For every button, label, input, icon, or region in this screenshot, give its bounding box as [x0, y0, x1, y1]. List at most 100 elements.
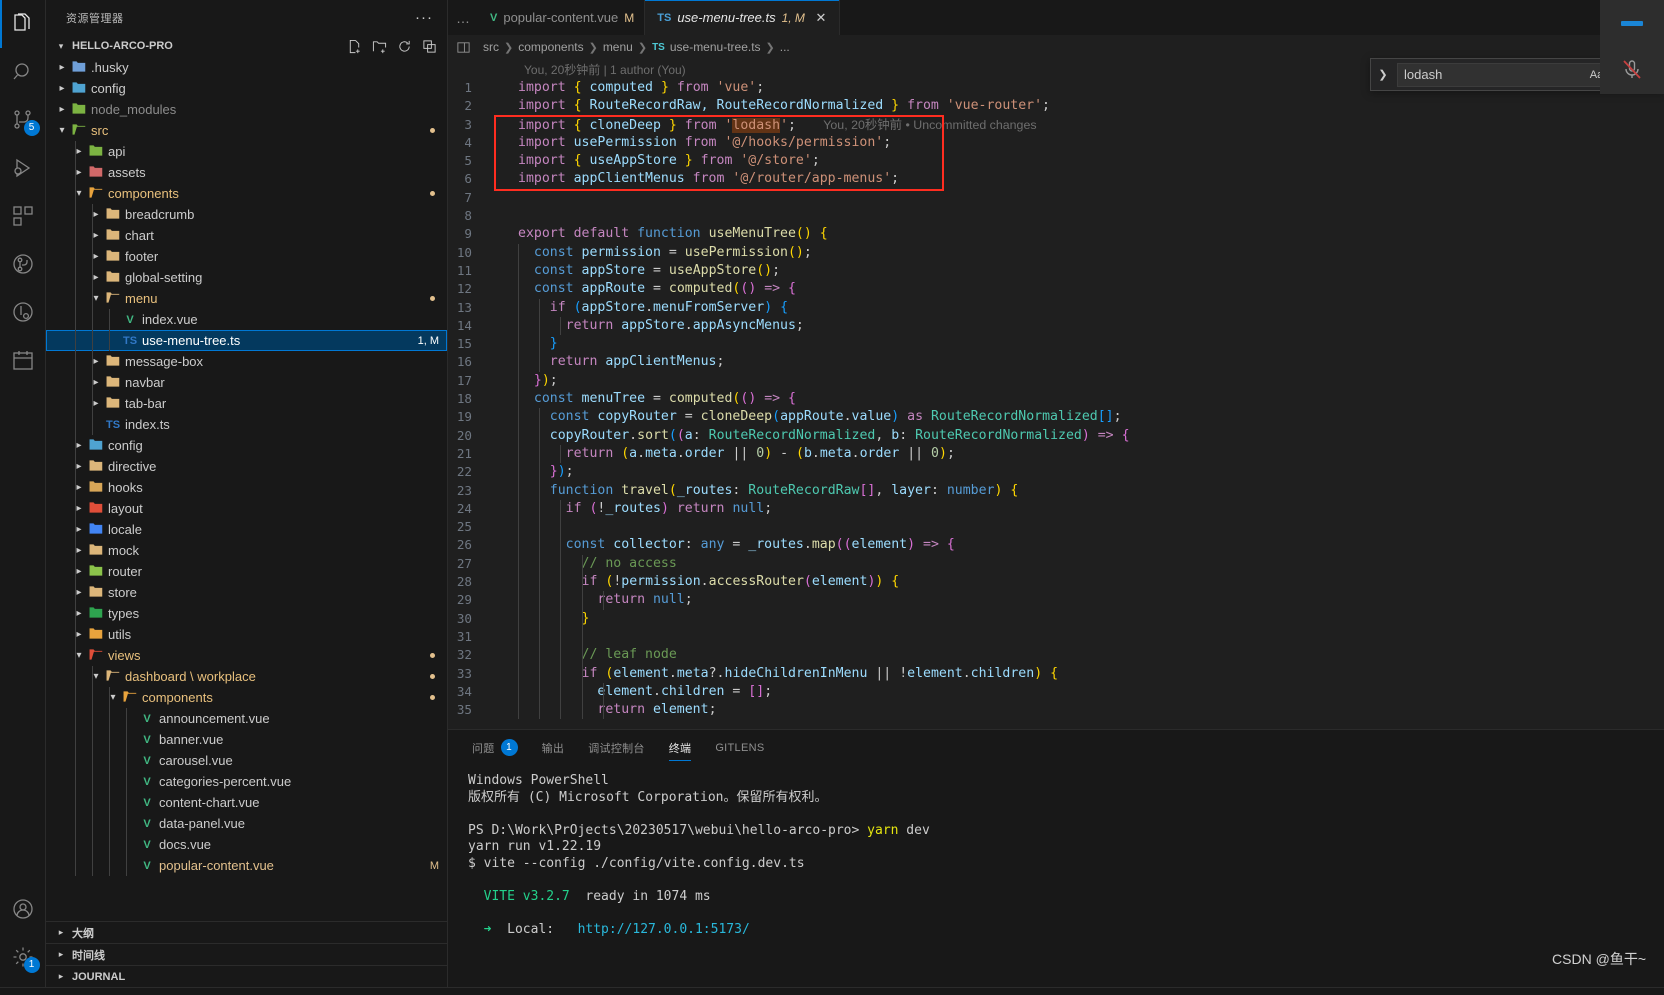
- chevron-right-icon[interactable]: ▸: [88, 356, 104, 367]
- split-editor-icon[interactable]: [448, 40, 478, 55]
- tree-item[interactable]: Vannouncement.vue: [46, 708, 447, 729]
- collapse-all-icon[interactable]: [421, 38, 437, 54]
- tree-item[interactable]: Vdata-panel.vue: [46, 813, 447, 834]
- toggle-replace-icon[interactable]: ❯: [1373, 68, 1393, 81]
- file-tree[interactable]: ▸ .husky ▸ config ▸ node_modules ▾ src ▸ api ▸ asse…: [46, 57, 447, 921]
- activity-search[interactable]: [0, 48, 46, 96]
- breadcrumb-item-file[interactable]: use-menu-tree.ts: [670, 40, 761, 54]
- tree-item[interactable]: ▸ router: [46, 561, 447, 582]
- chevron-right-icon[interactable]: ▸: [71, 461, 87, 472]
- tree-item[interactable]: Vbanner.vue: [46, 729, 447, 750]
- tree-item[interactable]: ▸ hooks: [46, 477, 447, 498]
- tree-item[interactable]: ▸ directive: [46, 456, 447, 477]
- chevron-right-icon[interactable]: ▸: [88, 209, 104, 220]
- refresh-icon[interactable]: [396, 38, 412, 54]
- explorer-section-header[interactable]: ▾ HELLO-ARCO-PRO: [46, 35, 447, 57]
- chevron-right-icon[interactable]: ▸: [88, 251, 104, 262]
- chevron-right-icon[interactable]: ▸: [88, 230, 104, 241]
- chevron-down-icon[interactable]: ▾: [105, 692, 121, 703]
- activity-extensions[interactable]: [0, 192, 46, 240]
- tree-item[interactable]: Vcontent-chart.vue: [46, 792, 447, 813]
- breadcrumb-item-symbol[interactable]: ...: [780, 40, 790, 54]
- new-folder-icon[interactable]: [371, 38, 387, 54]
- chevron-down-icon[interactable]: ▾: [71, 650, 87, 661]
- chevron-right-icon[interactable]: ▸: [88, 272, 104, 283]
- activity-explorer[interactable]: [0, 0, 46, 48]
- tree-item[interactable]: ▸ breadcrumb: [46, 204, 447, 225]
- code-editor[interactable]: You, 20秒钟前 | 1 author (You) 1 import { co…: [448, 59, 1664, 729]
- close-icon[interactable]: ✕: [813, 10, 829, 26]
- chevron-right-icon[interactable]: ▸: [71, 608, 87, 619]
- chevron-right-icon[interactable]: ▸: [71, 545, 87, 556]
- sidebar-section-大纲[interactable]: ▸ 大纲: [46, 921, 447, 943]
- sidebar-section-JOURNAL[interactable]: ▸ JOURNAL: [46, 965, 447, 987]
- chevron-right-icon[interactable]: ▸: [71, 440, 87, 451]
- tree-item-selected[interactable]: TS use-menu-tree.ts 1, M: [46, 330, 447, 351]
- terminal-output[interactable]: Windows PowerShell 版权所有 (C) Microsoft Cor…: [448, 765, 1664, 987]
- tree-item[interactable]: ▸ navbar: [46, 372, 447, 393]
- tree-item[interactable]: ▸ message-box: [46, 351, 447, 372]
- chevron-right-icon[interactable]: ▸: [71, 566, 87, 577]
- tree-item[interactable]: ▾ components: [46, 183, 447, 204]
- tree-item[interactable]: ▸ global-setting: [46, 267, 447, 288]
- tree-item[interactable]: Vcategories-percent.vue: [46, 771, 447, 792]
- tab-use-menu-tree-ts[interactable]: TS use-menu-tree.ts 1, M ✕: [645, 0, 840, 35]
- tree-item[interactable]: ▸ types: [46, 603, 447, 624]
- activity-source-control[interactable]: 5: [0, 96, 46, 144]
- tree-item[interactable]: Vpopular-content.vue M: [46, 855, 447, 876]
- tree-item[interactable]: ▸ node_modules: [46, 99, 447, 120]
- chevron-right-icon[interactable]: ▸: [54, 104, 70, 115]
- panel-tabs[interactable]: 问题 1 输出 调试控制台 终端 GITLENS: [448, 730, 1664, 765]
- panel-tab-终端[interactable]: 终端: [657, 730, 704, 765]
- activity-accounts[interactable]: [0, 885, 46, 933]
- activity-settings[interactable]: 1: [0, 933, 46, 981]
- breadcrumb-item-src[interactable]: src: [483, 40, 499, 54]
- tree-item[interactable]: ▸ mock: [46, 540, 447, 561]
- panel-tab-输出[interactable]: 输出: [530, 730, 577, 765]
- panel-tab-GITLENS[interactable]: GITLENS: [703, 730, 776, 765]
- tab-popular-content-vue[interactable]: V popular-content.vue M: [478, 0, 646, 35]
- tree-item[interactable]: ▾ src: [46, 120, 447, 141]
- tree-item[interactable]: ▸ assets: [46, 162, 447, 183]
- tree-item[interactable]: ▸ locale: [46, 519, 447, 540]
- chevron-down-icon[interactable]: ▾: [54, 125, 70, 136]
- chevron-right-icon[interactable]: ▸: [88, 377, 104, 388]
- tree-item[interactable]: ▾ menu: [46, 288, 447, 309]
- tree-item[interactable]: TS index.ts: [46, 414, 447, 435]
- breadcrumb-item-components[interactable]: components: [518, 40, 583, 54]
- tree-item[interactable]: Vindex.vue: [46, 309, 447, 330]
- tree-item[interactable]: ▾ views: [46, 645, 447, 666]
- activity-calendar[interactable]: [0, 336, 46, 384]
- tree-item[interactable]: ▾ components: [46, 687, 447, 708]
- tree-item[interactable]: ▸ config: [46, 435, 447, 456]
- chevron-right-icon[interactable]: ▸: [71, 629, 87, 640]
- tree-item[interactable]: ▾ dashboard \ workplace: [46, 666, 447, 687]
- sidebar-more-actions[interactable]: ···: [415, 9, 439, 26]
- find-input[interactable]: lodash: [1404, 67, 1583, 82]
- tree-item[interactable]: ▸ chart: [46, 225, 447, 246]
- chevron-right-icon[interactable]: ▸: [71, 524, 87, 535]
- tree-item[interactable]: Vdocs.vue: [46, 834, 447, 855]
- chevron-right-icon[interactable]: ▸: [88, 398, 104, 409]
- chevron-down-icon[interactable]: ▾: [88, 671, 104, 682]
- tree-item[interactable]: ▸ api: [46, 141, 447, 162]
- chevron-right-icon[interactable]: ▸: [71, 503, 87, 514]
- activity-run-debug[interactable]: [0, 144, 46, 192]
- tree-item[interactable]: ▸ config: [46, 78, 447, 99]
- window-minimize-button[interactable]: [1600, 0, 1664, 46]
- new-file-icon[interactable]: [346, 38, 362, 54]
- chevron-right-icon[interactable]: ▸: [54, 83, 70, 94]
- chevron-right-icon[interactable]: ▸: [71, 587, 87, 598]
- tree-item[interactable]: ▸ layout: [46, 498, 447, 519]
- tree-item[interactable]: ▸ store: [46, 582, 447, 603]
- panel-tab-问题[interactable]: 问题 1: [460, 730, 530, 765]
- chevron-down-icon[interactable]: ▾: [71, 188, 87, 199]
- microphone-toggle[interactable]: [1600, 46, 1664, 94]
- chevron-right-icon[interactable]: ▸: [71, 482, 87, 493]
- chevron-right-icon[interactable]: ▸: [71, 146, 87, 157]
- tree-item[interactable]: ▸ footer: [46, 246, 447, 267]
- sidebar-section-时间线[interactable]: ▸ 时间线: [46, 943, 447, 965]
- tree-item[interactable]: Vcarousel.vue: [46, 750, 447, 771]
- activity-git-graph[interactable]: [0, 288, 46, 336]
- panel-tab-调试控制台[interactable]: 调试控制台: [576, 730, 657, 765]
